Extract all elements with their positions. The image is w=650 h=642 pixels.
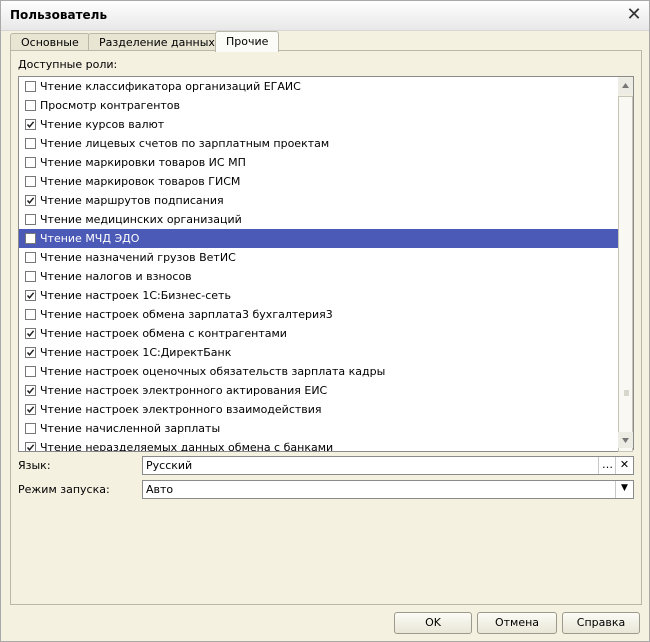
checkbox-checked[interactable] [25,195,36,206]
role-row[interactable]: Чтение настроек обмена с контрагентами [19,324,618,343]
role-row[interactable]: Чтение настроек оценочных обязательств з… [19,362,618,381]
scroll-down-button[interactable] [618,432,633,448]
checkbox-checked[interactable] [25,347,36,358]
checkmark-icon [26,197,35,204]
roles-scrollbar[interactable] [618,76,634,452]
role-row[interactable]: Чтение настроек 1С:Бизнес-сеть [19,286,618,305]
role-row[interactable]: Чтение маркировок товаров ГИСМ [19,172,618,191]
roles-caption: Доступные роли: [18,58,118,71]
role-row[interactable]: Чтение настроек электронного взаимодейст… [19,400,618,419]
role-row[interactable]: Чтение начисленной зарплаты [19,419,618,438]
role-label: Чтение начисленной зарплаты [40,422,221,435]
checkbox-checked[interactable] [25,385,36,396]
checkbox-unchecked[interactable] [25,214,36,225]
checkbox-unchecked[interactable] [25,81,36,92]
dialog-title: Пользователь [10,8,108,22]
role-row[interactable]: Чтение налогов и взносов [19,267,618,286]
roles-list[interactable]: Чтение классификатора организаций ЕГАИС П… [18,76,619,452]
checkbox-unchecked[interactable] [25,366,36,377]
checkmark-icon [26,349,35,356]
select-icon[interactable]: … [598,457,616,474]
checkmark-icon [26,330,35,337]
cancel-button[interactable]: Отмена [477,612,557,634]
role-row[interactable]: Чтение курсов валют [19,115,618,134]
checkbox-unchecked[interactable] [25,233,36,244]
role-label: Чтение курсов валют [40,118,165,131]
role-row[interactable]: Чтение лицевых счетов по зарплатным прое… [19,134,618,153]
checkbox-unchecked[interactable] [25,176,36,187]
checkbox-checked[interactable] [25,328,36,339]
role-row[interactable]: Просмотр контрагентов [19,96,618,115]
role-row[interactable]: Чтение маршрутов подписания [19,191,618,210]
role-row[interactable]: Чтение настроек обмена зарплата3 бухгалт… [19,305,618,324]
role-label: Чтение настроек обмена с контрагентами [40,327,287,340]
role-label: Чтение неразделяемых данных обмена с бан… [40,441,334,452]
checkbox-checked[interactable] [25,442,36,451]
checkbox-unchecked[interactable] [25,423,36,434]
role-label: Чтение лицевых счетов по зарплатным прое… [40,137,330,150]
checkbox-checked[interactable] [25,404,36,415]
arrow-up-icon [622,83,629,88]
role-label: Чтение настроек электронного актирования… [40,384,328,397]
language-value: Русский [146,459,193,472]
tab-main[interactable]: Основные [10,33,90,51]
checkbox-unchecked[interactable] [25,309,36,320]
role-label: Чтение классификатора организаций ЕГАИС [40,80,301,93]
tab-data-separation[interactable]: Разделение данных [88,33,226,51]
role-row[interactable]: Чтение настроек электронного актирования… [19,381,618,400]
checkmark-icon [26,444,35,451]
role-label: Чтение настроек 1С:ДиректБанк [40,346,232,359]
tab-other[interactable]: Прочие [215,31,280,52]
launch-mode-field[interactable]: Авто ▼ [142,480,634,499]
checkbox-checked[interactable] [25,119,36,130]
launch-mode-value: Авто [146,483,174,496]
help-button[interactable]: Справка [562,612,640,634]
clear-icon[interactable]: ✕ [615,457,633,474]
checkbox-unchecked[interactable] [25,252,36,263]
checkbox-unchecked[interactable] [25,138,36,149]
language-label: Язык: [18,459,51,472]
role-label: Чтение настроек 1С:Бизнес-сеть [40,289,231,302]
title-bar: Пользователь ✕ [1,1,649,31]
checkmark-icon [26,292,35,299]
role-label: Чтение настроек электронного взаимодейст… [40,403,322,416]
role-label: Просмотр контрагентов [40,99,181,112]
arrow-down-icon [622,438,629,443]
role-label: Чтение настроек оценочных обязательств з… [40,365,386,378]
role-label: Чтение маркировок товаров ГИСМ [40,175,241,188]
role-label: Чтение маркировки товаров ИС МП [40,156,246,169]
role-label: Чтение настроек обмена зарплата3 бухгалт… [40,308,333,321]
ok-button[interactable]: OK [394,612,472,634]
checkbox-unchecked[interactable] [25,271,36,282]
role-row[interactable]: Чтение медицинских организаций [19,210,618,229]
role-label: Чтение медицинских организаций [40,213,242,226]
scroll-up-button[interactable] [618,78,633,94]
language-field[interactable]: Русский … ✕ [142,456,634,475]
checkmark-icon [26,406,35,413]
role-row[interactable]: Чтение неразделяемых данных обмена с бан… [19,438,618,452]
close-icon[interactable]: ✕ [625,6,643,24]
checkbox-checked[interactable] [25,290,36,301]
role-row[interactable]: Чтение настроек 1С:ДиректБанк [19,343,618,362]
role-label: Чтение налогов и взносов [40,270,192,283]
chevron-down-icon[interactable]: ▼ [615,481,633,498]
role-label: Чтение назначений грузов ВетИС [40,251,236,264]
role-label: Чтение МЧД ЭДО [40,232,140,245]
scroll-thumb[interactable] [618,96,633,452]
role-row[interactable]: Чтение МЧД ЭДО [19,229,618,248]
role-label: Чтение маршрутов подписания [40,194,224,207]
launch-mode-label: Режим запуска: [18,483,110,496]
checkbox-unchecked[interactable] [25,100,36,111]
checkmark-icon [26,387,35,394]
role-row[interactable]: Чтение назначений грузов ВетИС [19,248,618,267]
role-row[interactable]: Чтение классификатора организаций ЕГАИС [19,77,618,96]
grip-icon [624,390,629,396]
checkbox-unchecked[interactable] [25,157,36,168]
role-row[interactable]: Чтение маркировки товаров ИС МП [19,153,618,172]
checkmark-icon [26,121,35,128]
